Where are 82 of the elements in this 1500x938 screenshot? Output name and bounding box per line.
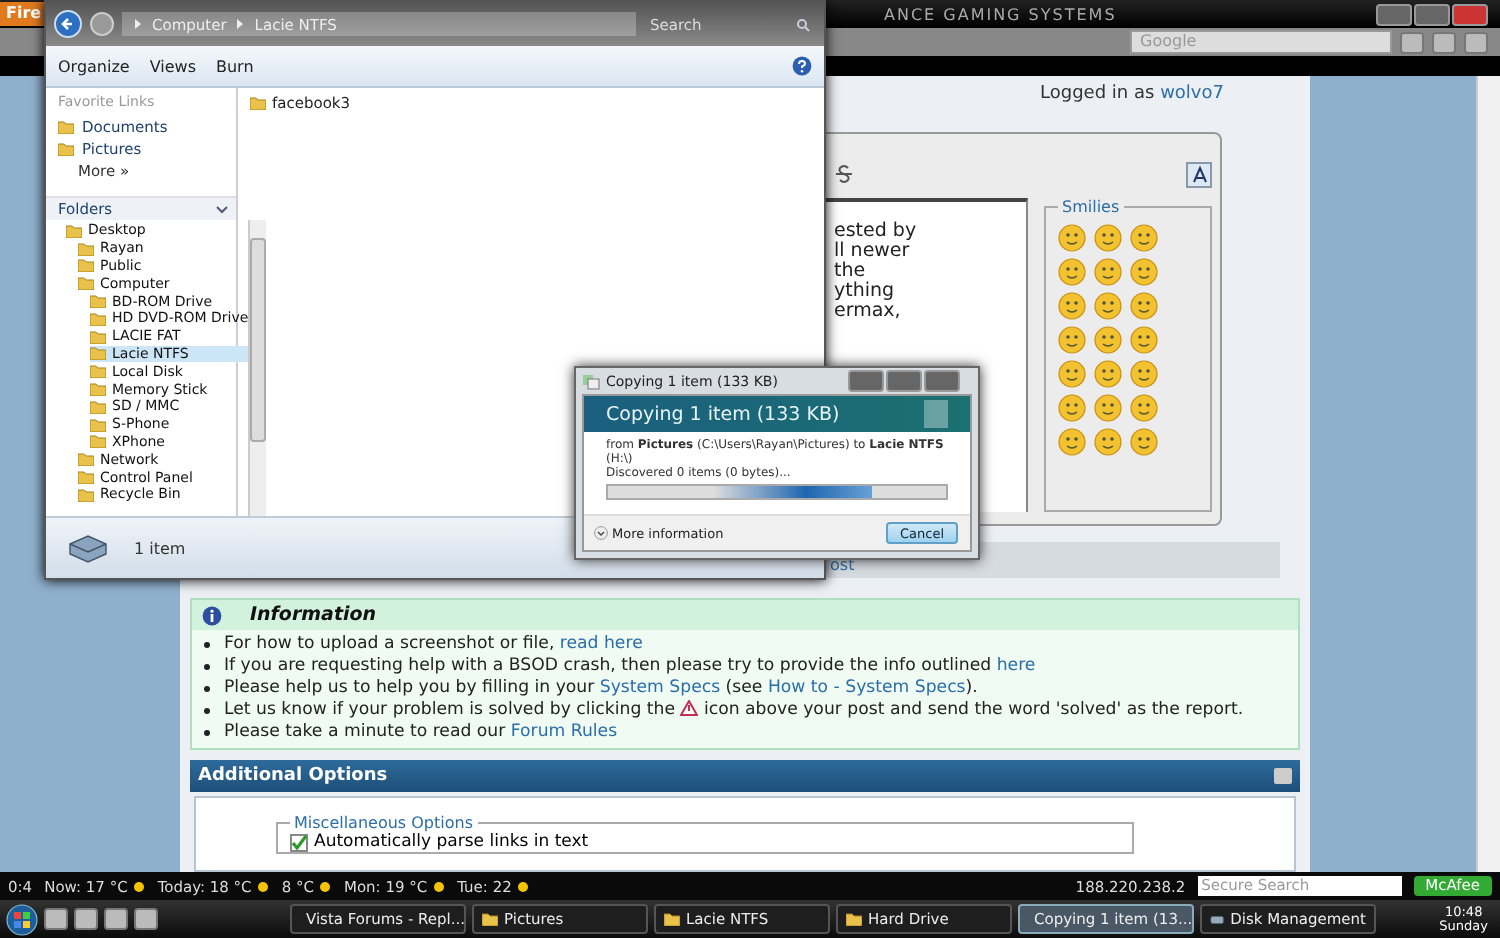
start-button[interactable] (6, 903, 38, 935)
logged-in-text: Logged in as wolvo7 (1040, 84, 1224, 104)
chevron-icon (594, 526, 608, 540)
smiley-icon (1058, 326, 1086, 354)
quick-launch-icon[interactable] (104, 908, 128, 930)
smilies-title: Smilies (1060, 198, 1122, 216)
quick-launch-icon[interactable] (74, 908, 98, 930)
back-icon[interactable] (54, 10, 82, 38)
smiley-icon (1058, 224, 1086, 252)
smiley-icon (1058, 428, 1086, 456)
smiley-icon (1058, 292, 1086, 320)
folder-icon (846, 912, 862, 926)
info-icon (202, 605, 222, 625)
maximize-button[interactable] (1414, 3, 1450, 25)
information-item: Please take a minute to read our Forum Rules (224, 722, 618, 742)
link[interactable]: Forum Rules (510, 722, 618, 742)
information-title: Information (250, 604, 377, 626)
toolbar-button[interactable]: Organize (58, 57, 130, 75)
quick-launch-icon[interactable] (134, 908, 158, 930)
forward-icon[interactable] (90, 12, 114, 36)
search-icon (796, 17, 810, 31)
copy-icon (582, 373, 600, 389)
smiley-icon (1058, 258, 1086, 286)
chevron-icon (134, 18, 142, 30)
information-item: Please help us to help you by filling in your System Specs (see How to - System Specs). (224, 678, 978, 698)
smiley-icon (1094, 326, 1122, 354)
smiley-icon (1094, 428, 1122, 456)
bullet-icon (204, 707, 210, 713)
strikethrough-icon[interactable] (834, 164, 854, 184)
link[interactable]: System Specs (599, 678, 721, 698)
link[interactable]: here (996, 656, 1036, 676)
sun-icon (515, 879, 530, 893)
chevron-icon (236, 18, 245, 30)
sun-icon (131, 879, 146, 893)
additional-options-title: Additional Options (198, 766, 388, 786)
smiley-icon (1058, 394, 1086, 422)
smiley-icon (1130, 394, 1158, 422)
file-icon (250, 96, 266, 110)
smiley-icon (1094, 224, 1122, 252)
smiley-icon (1130, 224, 1158, 252)
help-icon[interactable] (792, 56, 812, 76)
information-item: If you are requesting help with a BSOD crash, then please try to provide the info outlined here (224, 656, 1036, 676)
smiley-icon (1094, 394, 1122, 422)
sun-icon (255, 879, 270, 893)
smiley-icon (1130, 428, 1158, 456)
smiley-icon (1130, 360, 1158, 388)
checkbox[interactable] (290, 833, 308, 851)
drive-icon (1210, 913, 1225, 925)
drive-icon (66, 532, 110, 564)
chevron-icon (216, 205, 228, 213)
smiley-icon (1130, 326, 1158, 354)
information-item: For how to upload a screenshot or file, read here (224, 634, 643, 654)
quick-launch-icon[interactable] (44, 908, 68, 930)
minimize-button[interactable] (1376, 3, 1412, 25)
smiley-icon (1094, 292, 1122, 320)
window-title: ANCE GAMING SYSTEMS (884, 5, 1119, 23)
smiley-icon (1130, 258, 1158, 286)
close-button[interactable] (1452, 3, 1488, 25)
warning-icon (680, 700, 699, 716)
bullet-icon (204, 663, 210, 669)
sun-icon (317, 879, 332, 893)
toolbar-button[interactable]: Views (149, 57, 196, 75)
smiley-icon (1130, 292, 1158, 320)
information-item: Let us know if your problem is solved by clicking the icon above your post and send the word 'solved' as the report. (224, 700, 1244, 720)
bullet-icon (204, 641, 210, 647)
folder-icon (482, 912, 498, 926)
smiley-icon (1094, 360, 1122, 388)
font-size-icon[interactable] (1186, 161, 1212, 187)
bullet-icon (204, 729, 210, 735)
link[interactable]: How to - System Specs (767, 678, 966, 698)
folder-icon (664, 912, 680, 926)
option-label: Automatically parse links in text (314, 832, 589, 852)
scrollbar[interactable] (248, 220, 267, 516)
scrollbar[interactable] (1476, 76, 1500, 872)
toolbar-button[interactable]: Burn (216, 57, 254, 75)
item-count: 1 item (134, 539, 186, 557)
bullet-icon (204, 685, 210, 691)
smiley-icon (1094, 258, 1122, 286)
options-group-title: Miscellaneous Options (292, 814, 475, 832)
link[interactable]: read here (559, 634, 643, 654)
sun-icon (431, 879, 446, 893)
smiley-icon (1058, 360, 1086, 388)
